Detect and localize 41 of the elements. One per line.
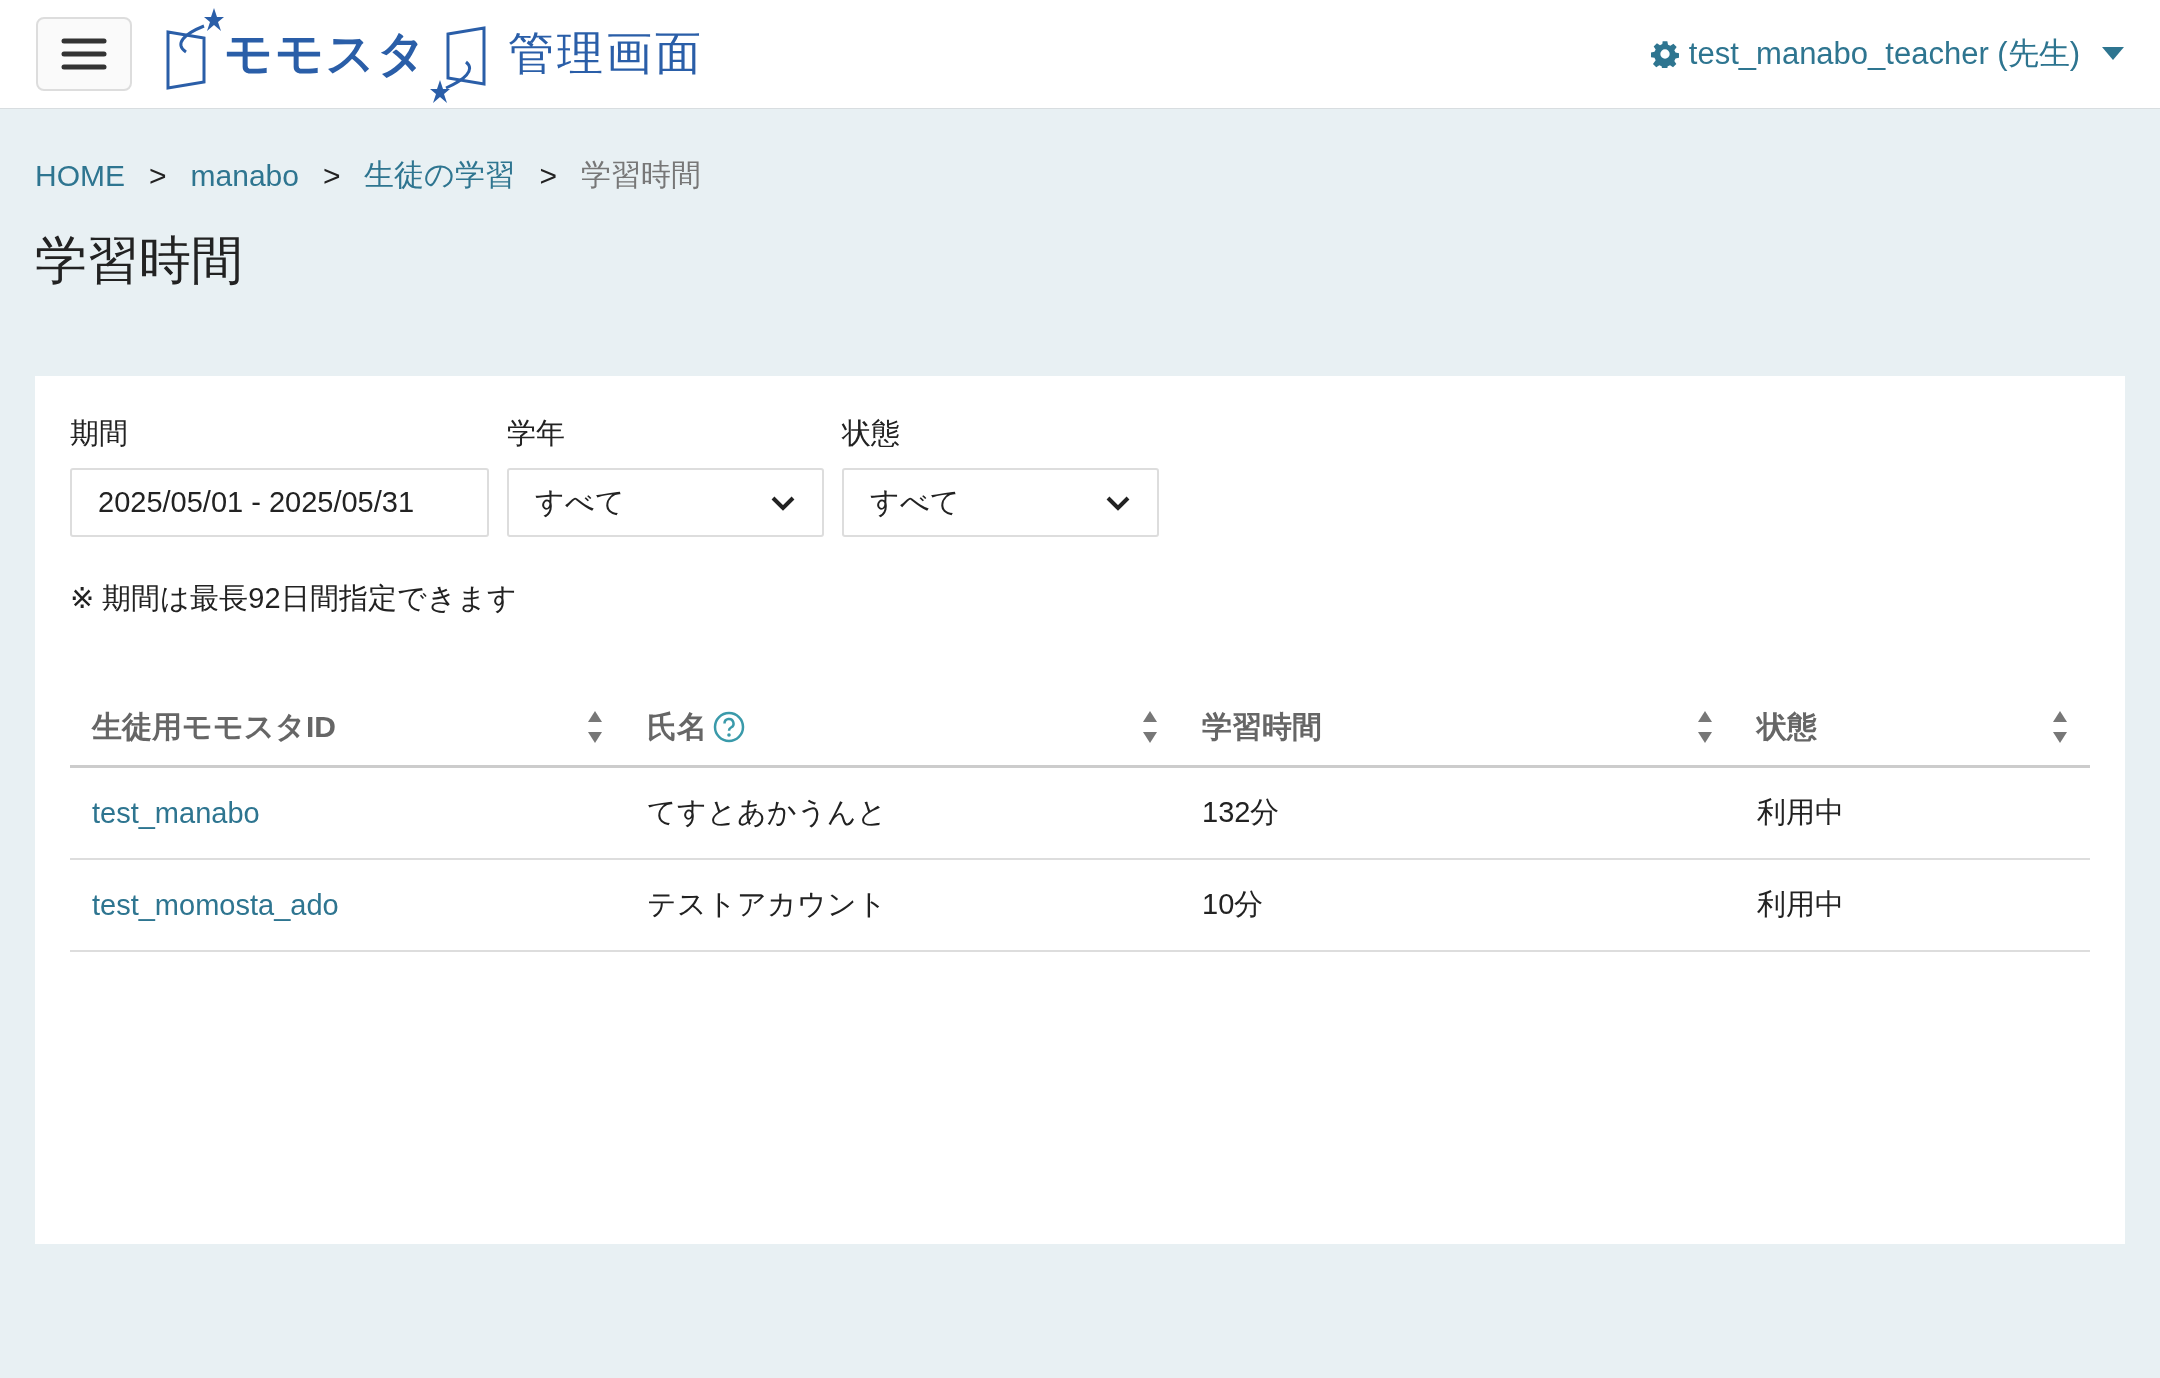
help-icon[interactable] <box>713 711 745 743</box>
table-cell: テストアカウント <box>647 888 887 920</box>
sort-icon[interactable] <box>2052 710 2068 744</box>
menu-icon <box>61 37 107 71</box>
sort-icon[interactable] <box>1697 710 1713 744</box>
select-dropdown[interactable]: すべて <box>842 468 1159 537</box>
table-cell: 10分 <box>1202 888 1264 920</box>
column-header: 学習時間 <box>1202 708 1322 745</box>
select-dropdown[interactable]: すべて <box>507 468 824 537</box>
chevron-down-icon <box>1105 494 1131 511</box>
filter-label: 状態 <box>842 416 901 451</box>
page-title: 学習時間 <box>35 230 244 291</box>
column-header: 状態 <box>1757 708 1817 745</box>
student-id-link[interactable]: test_manabo <box>92 796 260 829</box>
table-cell: 利用中 <box>1757 796 1844 828</box>
chevron-down-icon <box>770 494 796 511</box>
breadcrumb-separator: > <box>321 158 342 193</box>
column-header: 氏名 <box>647 708 707 745</box>
user-menu[interactable]: test_manabo_teacher (先生) <box>1650 33 2124 75</box>
student-id-link[interactable]: test_momosta_ado <box>92 888 339 921</box>
breadcrumb-link[interactable]: manabo <box>190 158 299 193</box>
date-range-field[interactable]: 2025/05/01 - 2025/05/31 <box>70 468 489 537</box>
menu-button[interactable] <box>36 17 132 91</box>
logo-title: 管理画面 <box>508 26 704 81</box>
settings-icon <box>1650 40 1679 68</box>
breadcrumb-separator: > <box>538 158 558 193</box>
caret-icon <box>2102 47 2124 61</box>
breadcrumb-link[interactable]: 生徒の学習 <box>364 155 516 196</box>
breadcrumb-separator: > <box>148 158 168 193</box>
column-header: 生徒用モモスタID <box>92 708 336 745</box>
note-text: ※ 期間は最長92日間指定できます <box>70 581 518 616</box>
sort-icon[interactable] <box>587 710 603 744</box>
table-cell: 132分 <box>1202 796 1280 828</box>
filter-label: 学年 <box>507 416 566 451</box>
sort-icon[interactable] <box>1142 710 1158 744</box>
logo-text: モモスタ <box>224 26 428 82</box>
filter-label: 期間 <box>70 416 129 451</box>
table-cell: 利用中 <box>1757 888 1844 920</box>
table-cell: てすとあかうんと <box>647 796 887 828</box>
breadcrumb-link[interactable]: HOME <box>35 158 125 193</box>
breadcrumb-current: 学習時間 <box>581 157 701 193</box>
